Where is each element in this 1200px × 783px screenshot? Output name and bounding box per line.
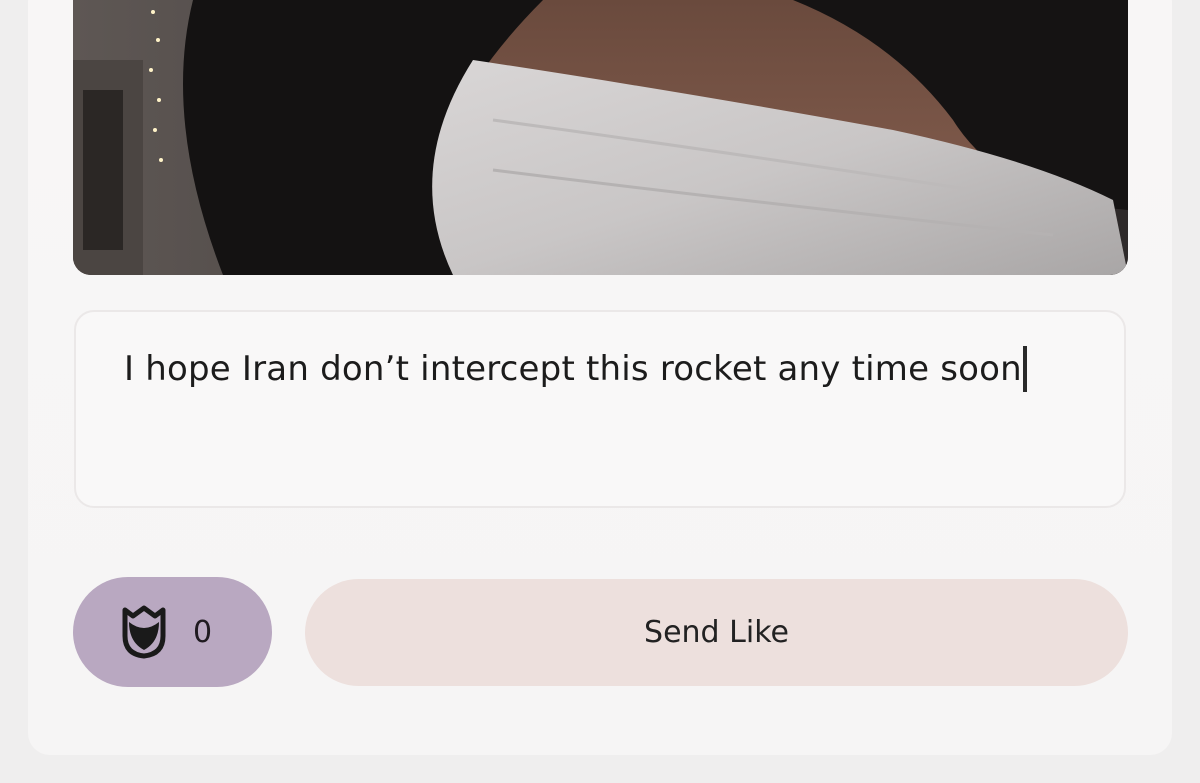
rose-icon [122,605,166,659]
comment-text: I hope Iran don’t intercept this rocket … [124,346,1027,392]
comment-value: I hope Iran don’t intercept this rocket … [124,349,1022,389]
photo-image [73,0,1128,275]
send-like-label: Send Like [644,615,789,650]
profile-photo[interactable] [73,0,1128,275]
text-caret [1022,346,1027,392]
send-like-button[interactable]: Send Like [305,579,1128,686]
comment-input[interactable]: I hope Iran don’t intercept this rocket … [74,310,1126,508]
rose-count: 0 [193,614,213,650]
send-rose-button[interactable]: 0 [73,577,272,687]
